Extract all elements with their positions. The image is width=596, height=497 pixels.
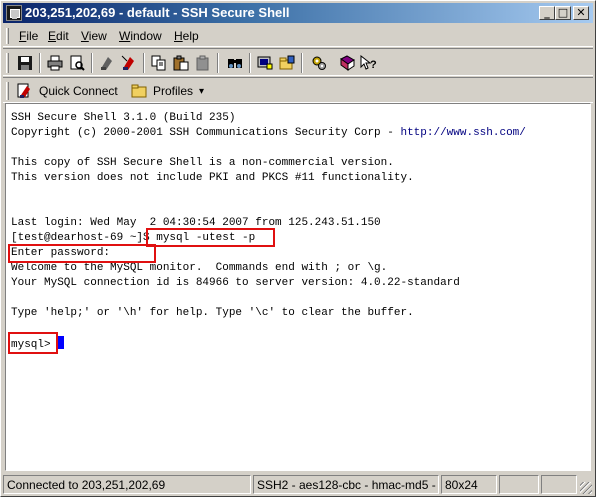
paste-icon[interactable]	[171, 53, 191, 73]
profiles-dropdown-icon: ▾	[199, 85, 205, 97]
print-icon[interactable]	[45, 53, 65, 73]
help-book-icon[interactable]	[337, 53, 357, 73]
status-bar: Connected to 203,251,202,69 SSH2 - aes12…	[3, 473, 593, 495]
terminal-line: mysql>	[11, 336, 526, 351]
terminal-line: This copy of SSH Secure Shell is a non-c…	[11, 157, 394, 169]
menu-help[interactable]: Help	[174, 29, 199, 43]
quickbar-grip[interactable]	[6, 82, 9, 100]
terminal-line: [test@dearhost-69 ~]$ mysql -utest -p	[11, 232, 256, 244]
toolbar-separator	[143, 53, 145, 73]
menu-window[interactable]: Window	[119, 29, 162, 43]
terminal-app-icon[interactable]	[6, 5, 22, 21]
settings-icon[interactable]	[309, 53, 329, 73]
toolbar-separator	[39, 53, 41, 73]
maximize-button[interactable]: □	[555, 6, 571, 20]
status-cipher: SSH2 - aes128-cbc - hmac-md5 - no	[253, 475, 439, 494]
new-connection-icon[interactable]	[119, 53, 139, 73]
quick-connect-button[interactable]: Quick Connect	[17, 81, 118, 101]
menu-view[interactable]: View	[81, 29, 107, 43]
terminal-line: Last login: Wed May 2 04:30:54 2007 from…	[11, 217, 381, 229]
disconnect-icon[interactable]	[97, 53, 117, 73]
status-empty-pane-2	[541, 475, 577, 494]
context-help-icon[interactable]: ?	[359, 53, 379, 73]
status-terminal-size: 80x24	[441, 475, 497, 494]
close-button[interactable]: ✕	[573, 6, 589, 20]
folder-icon	[131, 84, 147, 98]
copy-icon[interactable]	[149, 53, 169, 73]
toolbar-separator	[249, 53, 251, 73]
terminal-line: This version does not include PKI and PK…	[11, 172, 414, 184]
terminal-line: Type 'help;' or '\h' for help. Type '\c'…	[11, 307, 414, 319]
terminal-line: Welcome to the MySQL monitor. Commands e…	[11, 262, 388, 274]
ssh-website-link[interactable]: http://www.ssh.com/	[400, 127, 525, 139]
menubar-grip[interactable]	[6, 28, 9, 44]
quick-connect-label: Quick Connect	[39, 84, 118, 98]
resize-grip-icon[interactable]	[580, 482, 592, 494]
terminal-line: Enter password:	[11, 247, 111, 259]
terminal-line: SSH Secure Shell 3.1.0 (Build 235)	[11, 112, 236, 124]
quick-connect-bar: Quick Connect Profiles ▾	[3, 77, 593, 103]
save-icon[interactable]	[15, 53, 35, 73]
profiles-button[interactable]: Profiles ▾	[131, 81, 204, 101]
new-terminal-icon[interactable]	[255, 53, 275, 73]
minimize-button[interactable]: _	[539, 6, 555, 20]
print-preview-icon[interactable]	[67, 53, 87, 73]
terminal-output: SSH Secure Shell 3.1.0 (Build 235) Copyri…	[11, 111, 526, 351]
menu-bar: File Edit View Window Help	[3, 25, 593, 47]
profiles-label: Profiles	[153, 84, 194, 98]
menu-edit[interactable]: Edit	[48, 29, 69, 43]
status-connection: Connected to 203,251,202,69	[3, 475, 251, 494]
find-icon[interactable]	[225, 53, 245, 73]
svg-text:?: ?	[370, 59, 377, 71]
quick-connect-icon	[17, 83, 30, 98]
window-title: 203,251,202,69 - default - SSH Secure Sh…	[25, 5, 290, 20]
toolbar-separator	[217, 53, 219, 73]
terminal-view[interactable]: SSH Secure Shell 3.1.0 (Build 235) Copyri…	[5, 103, 591, 471]
title-bar[interactable]: 203,251,202,69 - default - SSH Secure Sh…	[3, 3, 593, 23]
ssh-client-window: 203,251,202,69 - default - SSH Secure Sh…	[0, 0, 596, 497]
terminal-line: Copyright (c) 2000-2001 SSH Communicatio…	[11, 127, 526, 139]
menu-file[interactable]: File	[19, 29, 38, 43]
toolbar-separator	[301, 53, 303, 73]
file-transfer-icon[interactable]	[277, 53, 297, 73]
text-cursor	[56, 336, 64, 349]
status-empty-pane-1	[499, 475, 539, 494]
terminal-line: Your MySQL connection id is 84966 to ser…	[11, 277, 460, 289]
toolbar-grip[interactable]	[6, 53, 9, 73]
paste-disabled-icon[interactable]	[193, 53, 213, 73]
toolbar-separator	[91, 53, 93, 73]
main-toolbar: ?	[3, 48, 593, 76]
